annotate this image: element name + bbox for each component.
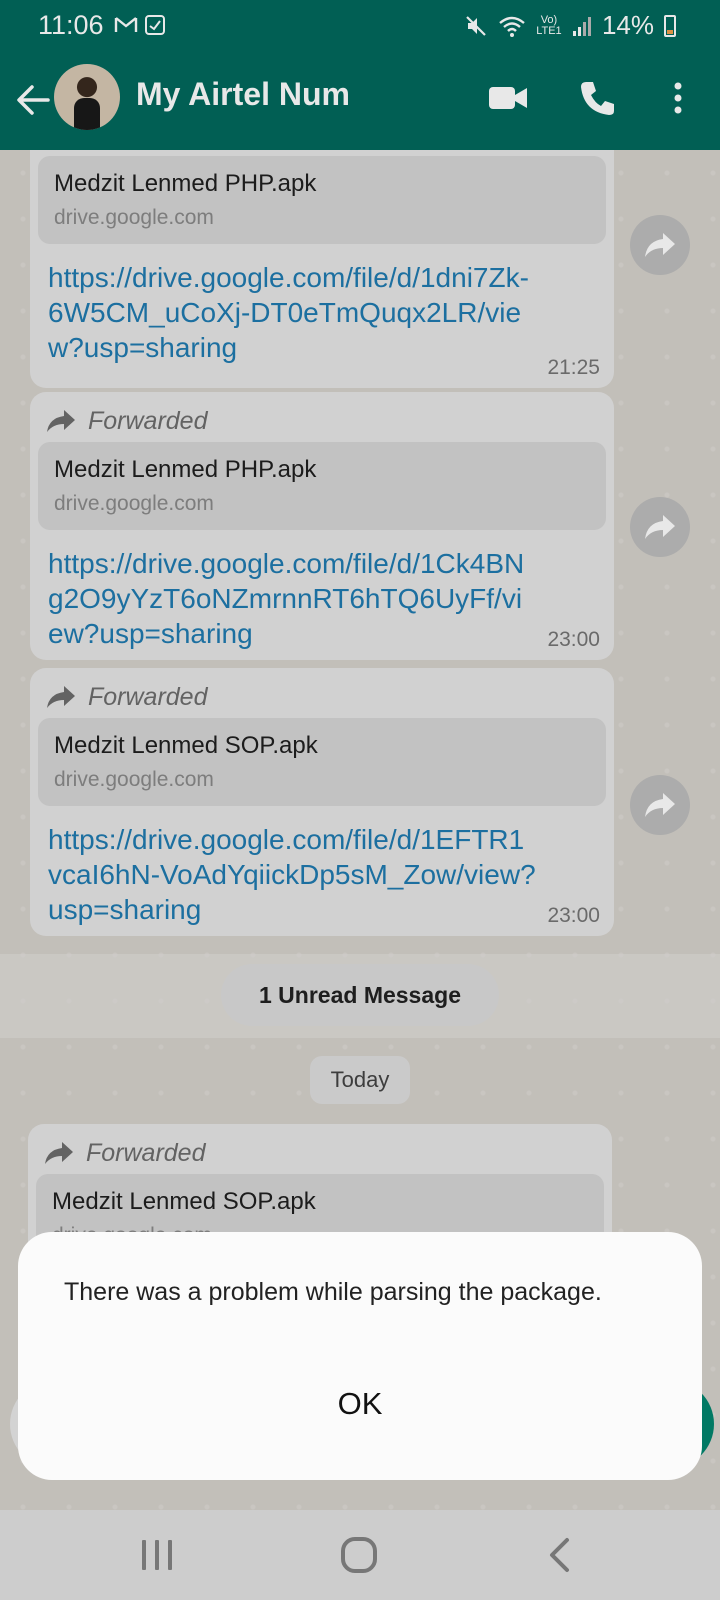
system-nav-bar (0, 1510, 720, 1600)
recent-apps-icon[interactable] (132, 1532, 182, 1578)
home-icon[interactable] (334, 1532, 384, 1578)
dialog-message: There was a problem while parsing the pa… (64, 1278, 602, 1306)
error-dialog: There was a problem while parsing the pa… (18, 1232, 702, 1480)
back-nav-icon[interactable] (536, 1532, 586, 1578)
ok-button[interactable]: OK (310, 1372, 410, 1436)
